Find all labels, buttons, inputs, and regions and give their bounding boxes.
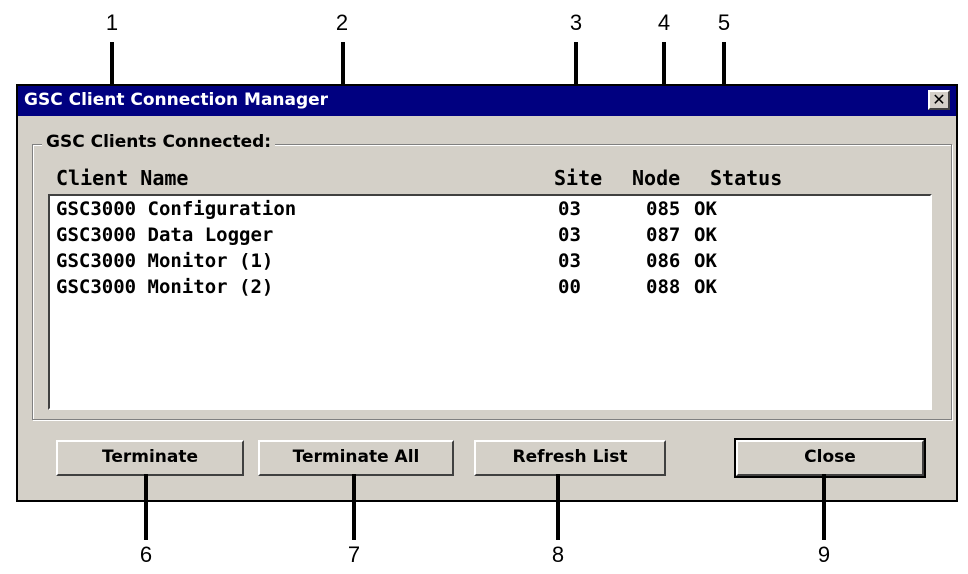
- client-node: 086: [646, 250, 681, 272]
- client-name: GSC3000 Monitor (1): [56, 250, 274, 272]
- client-connection-dialog: GSC Client Connection Manager ✕ GSC Clie…: [16, 84, 958, 502]
- callout-3: 3: [569, 10, 583, 35]
- client-site: 03: [558, 224, 581, 246]
- client-status: OK: [694, 198, 717, 220]
- callout-6: 6: [139, 542, 153, 567]
- client-status: OK: [694, 224, 717, 246]
- callout-7: 7: [347, 542, 361, 567]
- title-bar[interactable]: GSC Client Connection Manager ✕: [18, 86, 956, 116]
- header-status: Status: [710, 166, 783, 190]
- close-button[interactable]: Close: [734, 438, 926, 478]
- client-site: 03: [558, 198, 581, 220]
- client-node: 085: [646, 198, 681, 220]
- callout-1: 1: [105, 10, 119, 35]
- group-label: GSC Clients Connected:: [42, 132, 276, 152]
- callout-4: 4: [657, 10, 671, 35]
- window-title: GSC Client Connection Manager: [24, 90, 329, 110]
- callout-line-7: [352, 474, 356, 540]
- terminate-button[interactable]: Terminate: [56, 440, 244, 476]
- client-name: GSC3000 Configuration: [56, 198, 297, 220]
- callout-9: 9: [817, 542, 831, 567]
- close-icon[interactable]: ✕: [928, 90, 950, 110]
- callout-5: 5: [717, 10, 731, 35]
- client-status: OK: [694, 250, 717, 272]
- header-site: Site: [554, 166, 603, 190]
- callout-line-6: [144, 474, 148, 540]
- client-node: 088: [646, 276, 681, 298]
- client-node: 087: [646, 224, 681, 246]
- client-site: 00: [558, 276, 581, 298]
- refresh-list-button[interactable]: Refresh List: [474, 440, 666, 476]
- client-site: 03: [558, 250, 581, 272]
- terminate-all-button[interactable]: Terminate All: [258, 440, 454, 476]
- callout-line-9: [822, 474, 826, 540]
- client-name: GSC3000 Data Logger: [56, 224, 274, 246]
- callout-2: 2: [335, 10, 349, 35]
- callout-8: 8: [551, 542, 565, 567]
- callout-line-8: [556, 474, 560, 540]
- header-client-name: Client Name: [56, 166, 189, 190]
- client-status: OK: [694, 276, 717, 298]
- client-name: GSC3000 Monitor (2): [56, 276, 274, 298]
- header-node: Node: [632, 166, 681, 190]
- clients-list[interactable]: GSC3000 Configuration 03 085 OK GSC3000 …: [48, 194, 932, 410]
